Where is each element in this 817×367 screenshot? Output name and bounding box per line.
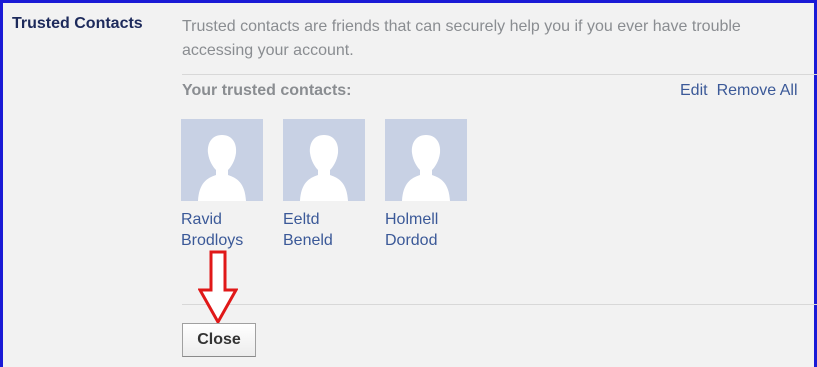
contact-name-link[interactable]: Ravid Brodloys <box>181 209 267 251</box>
contact-first-name: Ravid <box>181 211 222 228</box>
section-description: Trusted contacts are friends that can se… <box>182 18 741 59</box>
default-profile-silhouette-icon <box>402 135 450 201</box>
contact-actions: Edit Remove All <box>680 82 798 100</box>
section-title: Trusted Contacts <box>12 15 143 32</box>
contact-first-name: Holmell <box>385 211 439 228</box>
divider <box>182 74 817 75</box>
avatar[interactable] <box>283 119 365 201</box>
contact-last-name: Brodloys <box>181 232 244 249</box>
contact-last-name: Dordod <box>385 232 438 249</box>
avatar[interactable] <box>385 119 467 201</box>
default-profile-silhouette-icon <box>198 135 246 201</box>
remove-all-link[interactable]: Remove All <box>717 82 798 99</box>
contact-name-link[interactable]: Eeltd Beneld <box>283 209 369 251</box>
trusted-contact[interactable]: Ravid Brodloys <box>181 119 267 251</box>
close-button[interactable]: Close <box>182 323 256 357</box>
trusted-contacts-heading: Your trusted contacts: <box>182 82 352 99</box>
contact-name-link[interactable]: Holmell Dordod <box>385 209 471 251</box>
divider <box>182 304 817 305</box>
trusted-contacts-panel: Trusted Contacts Trusted contacts are fr… <box>0 0 817 367</box>
down-arrow-icon <box>198 250 238 325</box>
default-profile-silhouette-icon <box>300 135 348 201</box>
edit-link[interactable]: Edit <box>680 82 708 99</box>
contact-last-name: Beneld <box>283 232 333 249</box>
trusted-contact[interactable]: Holmell Dordod <box>385 119 471 251</box>
contact-first-name: Eeltd <box>283 211 320 228</box>
avatar[interactable] <box>181 119 263 201</box>
trusted-contact[interactable]: Eeltd Beneld <box>283 119 369 251</box>
